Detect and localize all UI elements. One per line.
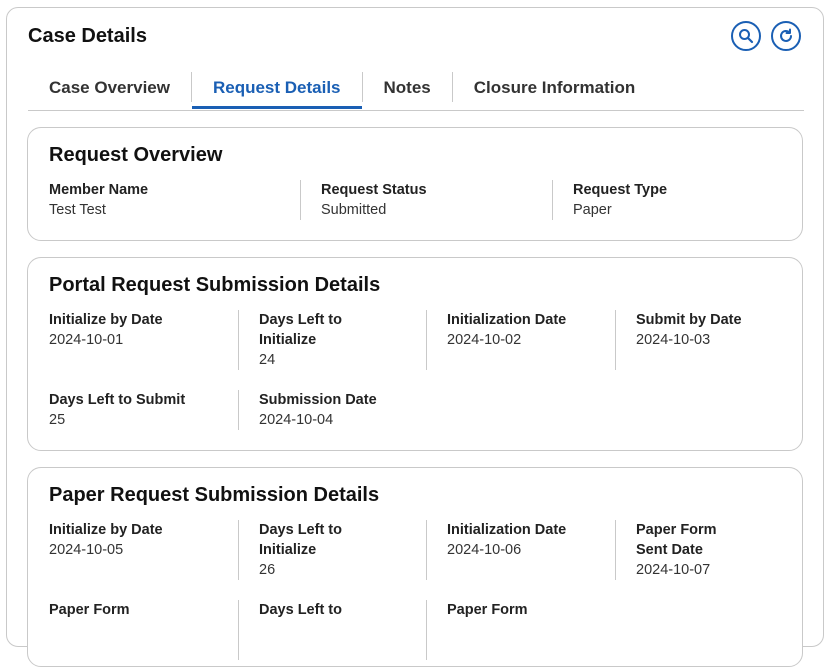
field-value: 2024-10-06 bbox=[447, 542, 522, 558]
field-label: Initialization Date bbox=[447, 312, 567, 328]
field-value: 2024-10-05 bbox=[49, 542, 124, 558]
field-value: Submitted bbox=[321, 202, 387, 218]
field-value: 2024-10-04 bbox=[259, 412, 334, 428]
search-icon bbox=[739, 29, 754, 44]
field-label: Paper Form bbox=[447, 602, 528, 618]
field-value: 2024-10-02 bbox=[447, 332, 522, 348]
initialize-by-date-field: Initialize by Date 2024-10-05 bbox=[29, 520, 218, 560]
portal-request-card: Portal Request Submission Details Initia… bbox=[27, 257, 803, 451]
request-type-field: Request Type Paper bbox=[552, 180, 792, 220]
tab-case-overview[interactable]: Case Overview bbox=[28, 68, 191, 108]
paper-form-sent-date-field: Paper Form Sent Date 2024-10-07 bbox=[615, 520, 791, 580]
field-value: 25 bbox=[49, 412, 66, 428]
field-value: Test Test bbox=[49, 202, 106, 218]
days-left-field: Days Left to bbox=[238, 600, 426, 660]
paper-form-field-2: Paper Form bbox=[426, 600, 614, 660]
field-value: Paper bbox=[573, 202, 612, 218]
initialization-date-field: Initialization Date 2024-10-06 bbox=[426, 520, 614, 580]
submission-date-field: Submission Date 2024-10-04 bbox=[238, 390, 426, 430]
days-left-submit-field: Days Left to Submit 25 bbox=[29, 390, 218, 430]
field-value: 2024-10-01 bbox=[49, 332, 124, 348]
field-label: Request Type bbox=[573, 182, 668, 198]
request-status-field: Request Status Submitted bbox=[300, 180, 552, 220]
request-overview-card: Request Overview Member Name Test Test R… bbox=[27, 127, 803, 241]
field-label: Paper Form bbox=[49, 602, 130, 618]
field-label: Initialize by Date bbox=[49, 312, 163, 328]
refresh-icon bbox=[780, 28, 792, 42]
days-left-initialize-field: Days Left to Initialize 24 bbox=[238, 310, 426, 370]
field-label: Submit by Date bbox=[636, 312, 742, 328]
page-title: Case Details bbox=[28, 25, 147, 47]
paper-form-field: Paper Form bbox=[29, 600, 218, 620]
card-title: Paper Request Submission Details bbox=[49, 484, 380, 506]
field-label: Initialization Date bbox=[447, 522, 567, 538]
initialize-by-date-field: Initialize by Date 2024-10-01 bbox=[29, 310, 218, 350]
field-value: 2024-10-03 bbox=[636, 332, 711, 348]
field-label: Days Left to Initialize bbox=[259, 312, 342, 348]
field-label: Submission Date bbox=[259, 392, 377, 408]
field-label: Days Left to bbox=[259, 602, 342, 618]
field-value: 24 bbox=[259, 352, 276, 368]
days-left-initialize-field: Days Left to Initialize 26 bbox=[238, 520, 426, 580]
field-label: Days Left to Submit bbox=[49, 392, 186, 408]
field-label: Request Status bbox=[321, 182, 427, 198]
initialization-date-field: Initialization Date 2024-10-02 bbox=[426, 310, 614, 370]
field-label: Initialize by Date bbox=[49, 522, 163, 538]
submit-by-date-field: Submit by Date 2024-10-03 bbox=[615, 310, 791, 370]
case-details-panel: Case Details Case Overview Request Detai… bbox=[6, 7, 824, 667]
tab-bar: Case Overview Request Details Notes Clos… bbox=[28, 68, 804, 111]
tab-request-details[interactable]: Request Details bbox=[191, 68, 362, 109]
paper-request-card: Paper Request Submission Details Initial… bbox=[27, 467, 803, 667]
field-value: 2024-10-07 bbox=[636, 562, 711, 578]
tab-closure-information[interactable]: Closure Information bbox=[453, 68, 657, 108]
tab-notes[interactable]: Notes bbox=[363, 68, 452, 108]
member-name-field: Member Name Test Test bbox=[29, 180, 281, 220]
refresh-button[interactable] bbox=[771, 21, 801, 51]
search-button[interactable] bbox=[731, 21, 761, 51]
field-label: Days Left to Initialize bbox=[259, 522, 342, 558]
card-title: Request Overview bbox=[49, 144, 223, 166]
field-value: 26 bbox=[259, 562, 276, 578]
field-label: Paper Form Sent Date bbox=[636, 522, 717, 558]
card-title: Portal Request Submission Details bbox=[49, 274, 381, 296]
field-label: Member Name bbox=[49, 182, 149, 198]
